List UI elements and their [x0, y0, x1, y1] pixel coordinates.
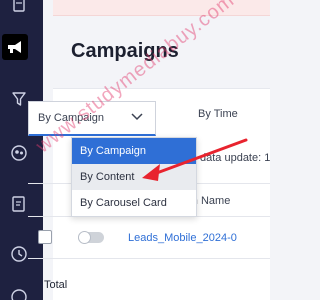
- total-label: Total: [44, 279, 68, 291]
- group-by-select[interactable]: By Campaign: [28, 101, 156, 136]
- row-checkbox[interactable]: [38, 230, 52, 244]
- megaphone-icon[interactable]: [2, 34, 28, 60]
- page-title: Campaigns: [71, 40, 179, 62]
- campaign-name-link[interactable]: Leads_Mobile_2024-0: [128, 232, 237, 244]
- funnel-icon[interactable]: [8, 88, 30, 110]
- toggle-knob: [78, 231, 91, 244]
- group-by-value: By Campaign: [38, 112, 105, 124]
- alert-banner: [53, 0, 270, 16]
- option-by-content[interactable]: By Content: [72, 164, 196, 190]
- audience-icon[interactable]: [8, 142, 30, 164]
- time-select[interactable]: By Time: [198, 108, 238, 120]
- clock-icon[interactable]: [8, 243, 30, 265]
- left-sidebar: [0, 0, 43, 300]
- table-divider: [28, 258, 270, 259]
- document-icon[interactable]: [8, 0, 30, 16]
- data-update-info: data update: 1: [200, 152, 271, 164]
- campaign-status-toggle[interactable]: [78, 231, 104, 244]
- chevron-down-icon: [131, 113, 143, 121]
- option-by-carousel-card[interactable]: By Carousel Card: [72, 190, 196, 216]
- option-by-campaign[interactable]: By Campaign: [72, 138, 196, 164]
- history-icon[interactable]: [8, 286, 30, 300]
- report-icon[interactable]: [8, 193, 30, 215]
- group-by-dropdown-menu: By Campaign By Content By Carousel Card: [71, 137, 197, 217]
